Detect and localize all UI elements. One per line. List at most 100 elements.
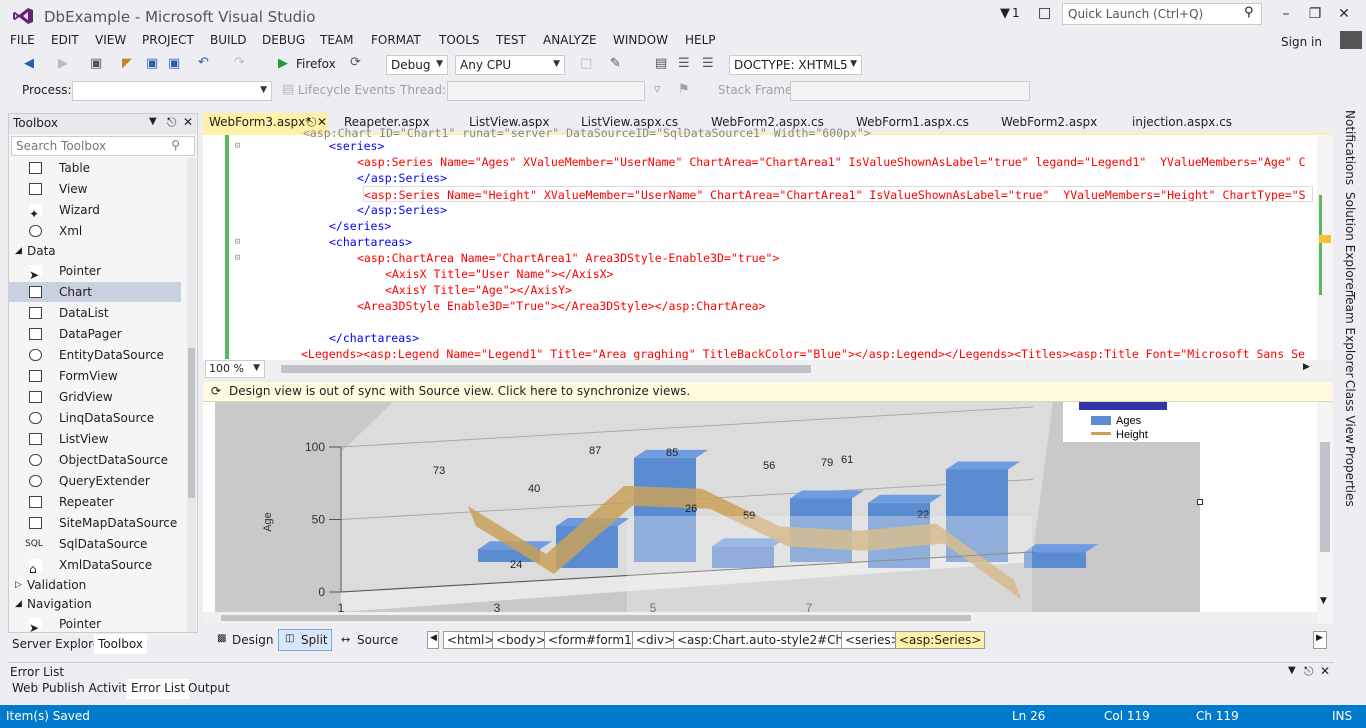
resize-handle[interactable] (1197, 499, 1203, 505)
design-horizontal-scrollbar[interactable] (203, 612, 1317, 624)
save-icon[interactable]: ▣ (146, 56, 158, 71)
stack-frame-dropdown[interactable] (790, 81, 1030, 101)
notification-flag-icon[interactable]: ▼ (1000, 6, 1010, 21)
toolbox-item-gridview[interactable]: GridView (9, 387, 181, 407)
menu-format[interactable]: FORMAT (371, 33, 421, 47)
undo-icon[interactable]: ↶ (198, 55, 209, 70)
tab-toolbox[interactable]: Toolbox (94, 634, 147, 654)
find-icon[interactable]: ✎ (610, 56, 621, 71)
toolbox-item-pointer[interactable]: ➤ Pointer (9, 261, 181, 282)
class-view-tab[interactable]: Class View (1343, 380, 1357, 444)
toolbox-item-queryextender[interactable]: QueryExtender (9, 471, 181, 491)
tab-injection-aspx-cs[interactable]: injection.aspx.cs (1126, 113, 1238, 133)
platform-dropdown[interactable]: Any CPU ▼ (455, 55, 565, 75)
menu-build[interactable]: BUILD (210, 33, 246, 47)
toolbox-item-view[interactable]: View (9, 179, 181, 199)
menu-window[interactable]: WINDOW (613, 33, 668, 47)
toolbox-item-linqdatasource[interactable]: LinqDataSource (9, 408, 181, 428)
pin-icon[interactable]: ⎋ (167, 115, 177, 130)
browser-selector[interactable]: Firefox (296, 57, 336, 71)
feedback-icon[interactable]: □ (1038, 5, 1051, 21)
notifications-tab[interactable]: Notifications (1343, 110, 1357, 185)
account-avatar-icon[interactable] (1340, 31, 1362, 49)
scrollbar-thumb[interactable] (221, 615, 971, 621)
menu-team[interactable]: TEAM (320, 33, 353, 47)
collapse-toggle-icon[interactable]: ⊟ (235, 253, 240, 263)
menu-analyze[interactable]: ANALYZE (543, 33, 597, 47)
doctype-dropdown[interactable]: DOCTYPE: XHTML5 ▼ (729, 55, 862, 75)
sync-message-bar[interactable]: ⟳ Design view is out of sync with Source… (203, 382, 1333, 402)
tab-web-publish-activity[interactable]: Web Publish Activity (8, 679, 137, 699)
attach-icon[interactable]: □ (580, 56, 592, 71)
menu-edit[interactable]: EDIT (51, 33, 79, 47)
close-icon[interactable]: ✕ (183, 115, 193, 129)
toolbox-item-chart[interactable]: Chart (9, 282, 181, 302)
menu-tools[interactable]: TOOLS (439, 33, 480, 47)
menu-test[interactable]: TEST (496, 33, 526, 47)
toolbox-item-sitemapdatasource[interactable]: SiteMapDataSource (9, 513, 181, 533)
team-explorer-tab[interactable]: Team Explorer (1343, 292, 1357, 378)
new-project-icon[interactable]: ▣ (90, 56, 102, 71)
scroll-down-icon[interactable]: ▼ (1320, 596, 1327, 606)
pin-icon[interactable]: ⎋ (1304, 664, 1314, 679)
maximize-button[interactable]: ❐ (1305, 4, 1325, 24)
design-view-button[interactable]: Design (232, 633, 273, 647)
design-view[interactable]: 73 40 87 85 26 59 56 79 61 22 24 0 50 100 Age 1 3 5 7 Age… (203, 402, 1333, 624)
toolbox-item-listview[interactable]: ListView (9, 429, 181, 449)
chart[interactable]: 734087 85265956 79 612224 050100Age1 3 5 7 Age… (203, 402, 1203, 624)
source-view-button[interactable]: Source (357, 633, 398, 647)
forward-icon[interactable]: ▶ (58, 56, 68, 71)
solution-explorer-tab[interactable]: Solution Explorer (1343, 192, 1357, 295)
toolbox-category-data[interactable]: ◢ Data (9, 241, 56, 261)
breadcrumb-chart[interactable]: <asp:Chart.auto-style2#Ch...> (673, 631, 869, 649)
thread-dropdown[interactable] (447, 81, 645, 101)
scrollbar-thumb[interactable] (188, 348, 195, 498)
collapse-toggle-icon[interactable]: ⊟ (235, 141, 240, 151)
toolbox-item-formview[interactable]: FormView (9, 366, 181, 386)
breadcrumb-asp-series[interactable]: <asp:Series> (895, 631, 986, 649)
editor-vertical-scrollbar[interactable] (1317, 135, 1333, 361)
toolbox-item-sqldatasource[interactable]: SQL SqlDataSource (9, 534, 181, 554)
back-icon[interactable]: ◀ (24, 56, 34, 71)
sign-in-link[interactable]: Sign in (1281, 35, 1322, 49)
zoom-dropdown[interactable]: 100 % ▼ (205, 360, 265, 378)
properties-tab[interactable]: Properties (1343, 446, 1357, 507)
menu-help[interactable]: HELP (685, 33, 716, 47)
toolbox-scrollbar[interactable] (187, 158, 196, 632)
flag-thread-icon[interactable]: ⚑ (678, 82, 690, 97)
refresh-icon[interactable]: ⟳ (350, 55, 361, 70)
filter-icon[interactable]: ▿ (654, 82, 661, 97)
configuration-dropdown[interactable]: Debug ▼ (386, 55, 448, 75)
toolbox-item-entitydatasource[interactable]: EntityDataSource (9, 345, 181, 365)
scrollbar-thumb[interactable] (1320, 442, 1330, 552)
breadcrumb-body[interactable]: <body> (492, 631, 550, 649)
open-file-icon[interactable]: ◤ (122, 56, 132, 71)
toolbox-item-datapager[interactable]: DataPager (9, 324, 181, 344)
toolbox-item-xml[interactable]: Xml (9, 221, 181, 241)
menu-view[interactable]: VIEW (95, 33, 126, 47)
toolbox-category-validation[interactable]: ▷ Validation (9, 575, 86, 595)
breadcrumb-form[interactable]: <form#form1> (544, 631, 646, 649)
collapse-toggle-icon[interactable]: ⊟ (235, 237, 240, 247)
toolbox-item-repeater[interactable]: Repeater (9, 492, 181, 512)
tab-error-list[interactable]: Error List (127, 679, 190, 699)
quick-launch-input[interactable]: Quick Launch (Ctrl+Q) (1062, 3, 1262, 25)
menu-file[interactable]: FILE (10, 33, 35, 47)
redo-icon[interactable]: ↷ (234, 55, 245, 70)
toolbox-item-xmldatasource[interactable]: ⌂ XmlDataSource (9, 555, 181, 576)
minimize-button[interactable]: – (1276, 4, 1296, 24)
start-debug-icon[interactable]: ▶ (278, 56, 288, 71)
tab-webform2-aspx[interactable]: WebForm2.aspx (995, 113, 1103, 133)
toolbox-item-pointer-nav[interactable]: ➤ Pointer (9, 614, 181, 635)
code-editor[interactable]: <asp:Chart ID="Chart1" runat="server" Da… (203, 126, 1333, 377)
toolbox-search-input[interactable]: Search Toolbox ⚲ (11, 136, 195, 156)
breadcrumb-html[interactable]: <html> (443, 631, 499, 649)
toolbox-item-table[interactable]: Table (9, 158, 181, 178)
align-right-icon[interactable]: ☰ (702, 56, 714, 71)
toolbox-category-navigation[interactable]: ◢ Navigation (9, 594, 92, 614)
close-icon[interactable]: ✕ (1320, 664, 1330, 678)
toolbox-item-datalist[interactable]: DataList (9, 303, 181, 323)
close-window-button[interactable]: ✕ (1334, 4, 1354, 24)
save-all-icon[interactable]: ▣ (168, 56, 180, 71)
menu-project[interactable]: PROJECT (142, 33, 194, 47)
